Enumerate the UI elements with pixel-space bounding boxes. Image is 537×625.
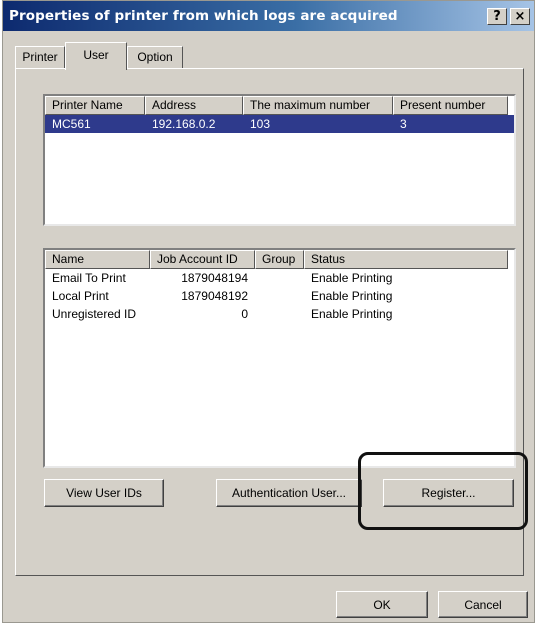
printer-list-header: Printer Name Address The maximum number … — [45, 96, 514, 115]
title-bar: Properties of printer from which logs ar… — [3, 1, 534, 31]
register-highlight-callout — [358, 452, 528, 530]
window-title: Properties of printer from which logs ar… — [9, 8, 398, 24]
printer-row-selected[interactable]: MC561 192.168.0.2 103 3 — [45, 115, 514, 133]
tab-printer[interactable]: Printer — [15, 46, 65, 69]
status-cell: Enable Printing — [311, 289, 393, 303]
column-header-name[interactable]: Name — [45, 250, 150, 269]
list-item[interactable]: Email To Print 1879048194 Enable Printin… — [45, 269, 514, 287]
user-list[interactable]: Name Job Account ID Group Status Email T… — [43, 248, 516, 468]
status-cell: Enable Printing — [311, 271, 393, 285]
list-item[interactable]: Unregistered ID 0 Enable Printing — [45, 305, 514, 323]
column-header-maximum-number[interactable]: The maximum number — [243, 96, 393, 115]
tab-user[interactable]: User — [65, 42, 127, 70]
printer-present-cell: 3 — [400, 117, 407, 131]
tab-option[interactable]: Option — [127, 46, 183, 69]
job-account-id-cell: 1879048194 — [181, 271, 248, 285]
status-cell: Enable Printing — [311, 307, 393, 321]
user-name-cell: Local Print — [52, 289, 109, 303]
printer-name-cell: MC561 — [52, 117, 91, 131]
column-header-printer-name[interactable]: Printer Name — [45, 96, 145, 115]
column-header-status[interactable]: Status — [304, 250, 508, 269]
job-account-id-cell: 1879048192 — [181, 289, 248, 303]
user-name-cell: Unregistered ID — [52, 307, 137, 321]
printer-max-cell: 103 — [250, 117, 271, 131]
view-user-ids-button[interactable]: View User IDs — [44, 479, 164, 507]
help-button[interactable]: ? — [487, 8, 507, 25]
close-button[interactable]: × — [510, 8, 530, 25]
column-header-group[interactable]: Group — [255, 250, 304, 269]
job-account-id-cell: 0 — [241, 307, 248, 321]
user-list-header: Name Job Account ID Group Status — [45, 250, 514, 269]
list-item[interactable]: Local Print 1879048192 Enable Printing — [45, 287, 514, 305]
authentication-user-button[interactable]: Authentication User... — [216, 479, 362, 507]
printer-list[interactable]: Printer Name Address The maximum number … — [43, 94, 516, 226]
cancel-button[interactable]: Cancel — [438, 591, 528, 618]
column-header-job-account-id[interactable]: Job Account ID — [150, 250, 255, 269]
user-name-cell: Email To Print — [52, 271, 126, 285]
ok-button[interactable]: OK — [336, 591, 428, 618]
column-header-present-number[interactable]: Present number — [393, 96, 508, 115]
printer-address-cell: 192.168.0.2 — [152, 117, 216, 131]
column-header-address[interactable]: Address — [145, 96, 243, 115]
